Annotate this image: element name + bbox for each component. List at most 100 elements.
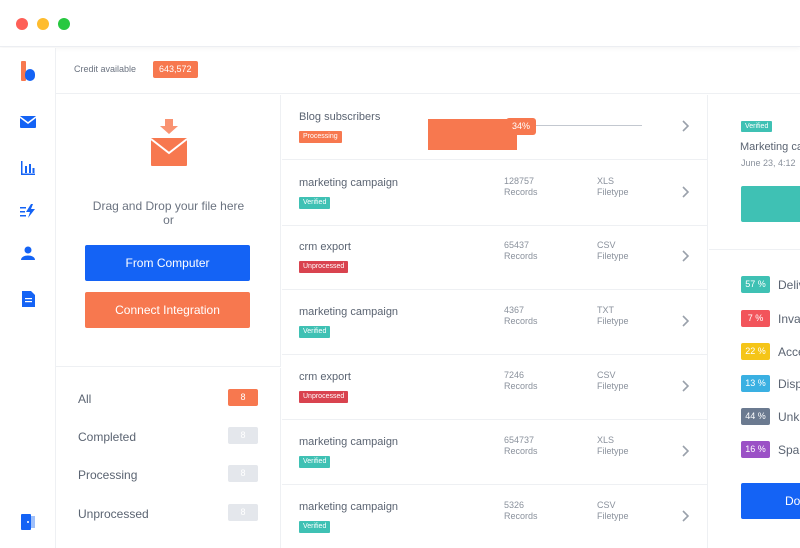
analytics-icon[interactable] xyxy=(18,158,38,178)
records-column: 4367 Records xyxy=(504,305,538,327)
chevron-right-icon[interactable] xyxy=(680,507,692,525)
file-row[interactable]: crm export Unprocessed 65437 Records CSV F… xyxy=(282,225,708,290)
stat-label: Inva xyxy=(778,312,800,326)
stat-percent: 22 % xyxy=(741,343,770,360)
file-name: marketing campaign xyxy=(299,501,399,513)
filetype-value: CSV xyxy=(597,500,616,510)
stat-label: Disp xyxy=(778,377,800,391)
upload-panel: Drag and Drop your file here or From Com… xyxy=(56,95,281,367)
stat-label: Acce xyxy=(778,345,800,359)
filetype-value: TXT xyxy=(597,305,614,315)
chevron-right-icon[interactable] xyxy=(680,312,692,330)
filter-count-badge: 8 xyxy=(228,389,258,406)
file-row[interactable]: crm export Unprocessed 7246 Records CSV Fi… xyxy=(282,355,708,420)
minimize-window-button[interactable] xyxy=(37,18,49,30)
file-row[interactable]: marketing campaign Verified 128757 Record… xyxy=(282,161,708,226)
stat-spam: 16 % Spar xyxy=(741,441,800,458)
mail-icon[interactable] xyxy=(18,111,38,131)
window-titlebar xyxy=(0,0,800,47)
file-row[interactable]: marketing campaign Verified 654737 Record… xyxy=(282,420,708,485)
chevron-right-icon[interactable] xyxy=(680,117,692,135)
progress-fill xyxy=(428,119,517,150)
filetype-column: CSV Filetype xyxy=(597,370,629,392)
connect-integration-button[interactable]: Connect Integration xyxy=(85,292,250,328)
records-column: 7246 Records xyxy=(504,370,538,392)
filetype-value: CSV xyxy=(597,240,616,250)
download-button[interactable]: Do xyxy=(741,483,800,519)
file-row[interactable]: marketing campaign Verified 4367 Records … xyxy=(282,290,708,355)
filetype-value: XLS xyxy=(597,435,615,445)
records-label: Records xyxy=(504,316,538,326)
stat-percent: 57 % xyxy=(741,276,770,293)
detail-action-button[interactable] xyxy=(741,186,800,222)
records-column: 654737 Records xyxy=(504,435,538,457)
stat-percent: 44 % xyxy=(741,408,770,425)
filetype-label: Filetype xyxy=(597,187,629,197)
maximize-window-button[interactable] xyxy=(58,18,70,30)
filter-all[interactable]: All 8 xyxy=(78,389,258,409)
filetype-column: CSV Filetype xyxy=(597,240,629,262)
filetype-label: Filetype xyxy=(597,381,629,391)
filetype-label: Filetype xyxy=(597,446,629,456)
drag-drop-text[interactable]: Drag and Drop your file here or xyxy=(56,199,281,227)
detail-date: June 23, 4:12 xyxy=(741,158,796,168)
records-count: 654737 xyxy=(504,435,535,445)
chevron-right-icon[interactable] xyxy=(680,183,692,201)
filetype-label: Filetype xyxy=(597,251,629,261)
records-label: Records xyxy=(504,187,538,197)
from-computer-button[interactable]: From Computer xyxy=(85,245,250,281)
filter-label: Unprocessed xyxy=(78,507,149,521)
status-badge: Unprocessed xyxy=(299,261,349,273)
filter-label: All xyxy=(78,392,92,406)
detail-file-name: Marketing ca xyxy=(740,141,800,153)
stat-accept-all: 22 % Acce xyxy=(741,343,800,360)
filetype-value: XLS xyxy=(597,176,615,186)
stat-disposable: 13 % Disp xyxy=(741,375,800,392)
upload-mail-icon xyxy=(149,119,189,167)
records-column: 65437 Records xyxy=(504,240,538,262)
stat-label: Deliv xyxy=(778,278,800,292)
chevron-right-icon[interactable] xyxy=(680,247,692,265)
stat-percent: 13 % xyxy=(741,375,770,392)
credit-label: Credit available xyxy=(74,64,137,74)
status-badge: Verified xyxy=(299,326,331,338)
filter-processing[interactable]: Processing 8 xyxy=(78,465,258,485)
filter-unprocessed[interactable]: Unprocessed 8 xyxy=(78,504,258,524)
drag-drop-label: Drag and Drop your file here xyxy=(92,199,245,213)
document-icon[interactable] xyxy=(18,289,38,309)
filetype-value: CSV xyxy=(597,370,616,380)
filter-panel: All 8 Completed 8 Processing 8 Unprocess… xyxy=(56,368,281,548)
filter-label: Processing xyxy=(78,468,138,482)
stat-unknown: 44 % Unkn xyxy=(741,408,800,425)
chevron-right-icon[interactable] xyxy=(680,377,692,395)
user-icon[interactable] xyxy=(18,243,38,263)
close-window-button[interactable] xyxy=(16,18,28,30)
file-row[interactable]: Blog subscribers Processing 34% xyxy=(282,95,708,160)
filter-label: Completed xyxy=(78,430,137,444)
logout-icon[interactable] xyxy=(18,512,38,532)
status-badge: Verified xyxy=(299,521,331,533)
records-column: 128757 Records xyxy=(504,176,538,198)
filetype-label: Filetype xyxy=(597,316,629,326)
filter-count-badge: 8 xyxy=(228,465,258,482)
app-logo-icon[interactable] xyxy=(18,61,38,81)
filter-completed[interactable]: Completed 8 xyxy=(78,427,258,447)
file-name: crm export xyxy=(299,241,351,253)
credit-badge: 643,572 xyxy=(153,61,198,78)
chevron-right-icon[interactable] xyxy=(680,442,692,460)
integrations-icon[interactable] xyxy=(18,201,38,221)
file-row[interactable]: marketing campaign Verified 5326 Records … xyxy=(282,485,708,548)
records-count: 128757 xyxy=(504,176,535,186)
records-label: Records xyxy=(504,446,538,456)
status-badge: Verified xyxy=(299,197,331,209)
file-list: Blog subscribers Processing 34% marketin… xyxy=(282,95,708,548)
records-count: 5326 xyxy=(504,500,525,510)
records-count: 7246 xyxy=(504,370,525,380)
credit-header: Credit available 643,572 xyxy=(56,48,800,94)
stat-deliverable: 57 % Deliv xyxy=(741,276,800,293)
records-count: 4367 xyxy=(504,305,525,315)
sidebar-nav xyxy=(0,48,56,548)
stat-percent: 16 % xyxy=(741,441,770,458)
stat-label: Spar xyxy=(778,443,800,457)
status-badge: Unprocessed xyxy=(299,391,349,403)
